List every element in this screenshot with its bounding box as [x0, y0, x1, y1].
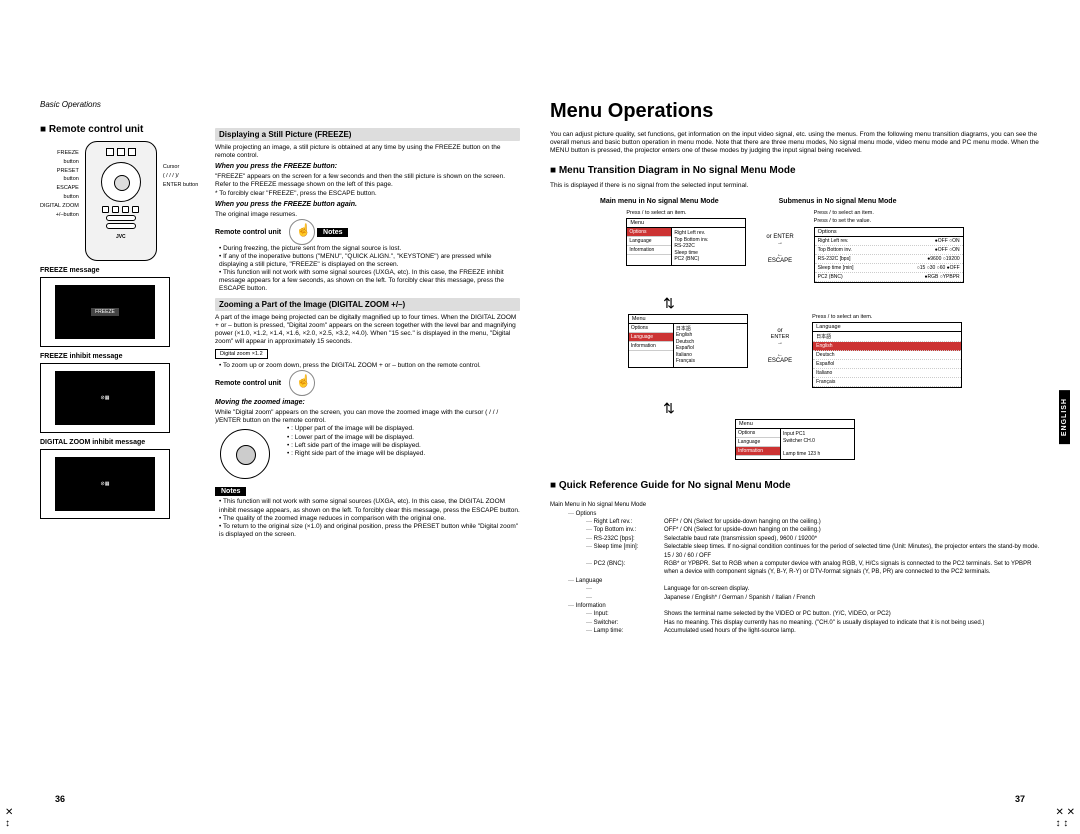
main-menu-language: MenuOptionsLanguageInformation日本語 Englis…: [628, 314, 748, 368]
submenu-options: OptionsRight Left rev.●OFF ○ONTop Bottom…: [814, 227, 964, 283]
ital-move: Moving the zoomed image:: [215, 399, 520, 406]
h2-quickref: Quick Reference Guide for No signal Menu…: [550, 480, 1040, 491]
press-select-1: Press / to select an item.: [626, 210, 686, 217]
rcu-label-2: Remote control unit: [215, 380, 281, 387]
notes-chip-2: Notes: [215, 487, 246, 496]
or-enter-label: or ENTER: [766, 234, 793, 240]
crop-mark-bl: ✕↕: [5, 807, 13, 829]
h1-menu-ops: Menu Operations: [550, 100, 1040, 123]
submenu-language: Language日本語EnglishDeutschEspañolItaliano…: [812, 322, 962, 388]
freeze-inhibit-label: FREEZE inhibit message: [40, 353, 200, 360]
remote-labels-right: Cursor ( / / / )/ ENTER button: [163, 141, 198, 261]
english-tab: ENGLISH: [1059, 390, 1070, 444]
submenu-title: Submenus in No signal Menu Mode: [779, 198, 897, 205]
enter-label: ENTER: [771, 334, 790, 340]
page-number-37: 37: [1015, 794, 1025, 804]
dz-inhibit-label: DIGITAL ZOOM inhibit message: [40, 439, 200, 446]
header-basic-ops: Basic Operations: [40, 100, 520, 109]
freeze-press-icon: [289, 219, 315, 245]
crop-mark-br: ✕ ✕↕ ↕: [1055, 807, 1075, 829]
zoom-press-icon: [289, 370, 315, 396]
mainmenu-title: Main menu in No signal Menu Mode: [600, 198, 719, 205]
freeze-inhibit-box: ⊘▦: [40, 363, 170, 433]
page-left: Basic Operations Remote control unit FRE…: [40, 100, 520, 804]
p-sub: This is displayed if there is no signal …: [550, 182, 1040, 190]
p-move-desc: While "Digital zoom" appears on the scre…: [215, 409, 520, 425]
p-zoom-desc: A part of the image being projected can …: [215, 314, 520, 347]
remote-control-unit: JVC: [85, 141, 157, 261]
h3-freeze: Displaying a Still Picture (FREEZE): [215, 128, 520, 141]
p-freeze-intro: While projecting an image, a still pictu…: [215, 144, 520, 160]
quickref-tree: Main Menu in No signal Menu Mode Options…: [550, 501, 1040, 635]
notes-list-1: During freezing, the picture sent from t…: [215, 245, 520, 294]
ital-press-again: When you press the FREEZE button again.: [215, 201, 520, 208]
p-freeze-behavior: "FREEZE" appears on the screen for a few…: [215, 173, 520, 197]
escape-label-2: ESCAPE: [768, 358, 792, 364]
escape-label-1: ESCAPE: [768, 258, 792, 264]
press-select-2: Press / to select an item.: [814, 210, 874, 217]
rcu-label-1: Remote control unit: [215, 229, 281, 236]
h2-transition: Menu Transition Diagram in No signal Men…: [550, 165, 1040, 176]
ital-press-freeze: When you press the FREEZE button:: [215, 163, 520, 170]
p-zoom-updown: To zoom up or zoom down, press the DIGIT…: [219, 362, 520, 370]
dz-bar: Digital zoom ×1.2: [215, 349, 268, 359]
prohibit-icon: ⊘▦: [101, 395, 110, 401]
page-number-36: 36: [55, 794, 65, 804]
press-select-3: Press / to select an item.: [812, 314, 872, 321]
h3-zoom: Zooming a Part of the Image (DIGITAL ZOO…: [215, 298, 520, 311]
main-menu-options: MenuOptionsLanguageInformationRight Left…: [626, 218, 746, 266]
freeze-message-label: FREEZE message: [40, 267, 200, 274]
remote-diagram: FREEZE button PRESET button ESCAPE butto…: [40, 141, 200, 261]
main-menu-information: MenuOptionsLanguageInformationInput PC1 …: [735, 419, 855, 460]
qr-root: Main Menu in No signal Menu Mode: [550, 501, 1040, 509]
p-resume: The original image resumes.: [215, 211, 520, 219]
freeze-chip: FREEZE: [91, 308, 119, 316]
h2-remote: Remote control unit: [40, 124, 200, 135]
p-intro: You can adjust picture quality, set func…: [550, 131, 1040, 155]
prohibit-icon-2: ⊘▦: [101, 481, 110, 487]
notes-list-2: This function will not work with some si…: [215, 498, 520, 539]
remote-labels-left: FREEZE button PRESET button ESCAPE butto…: [40, 141, 79, 261]
press-set: Press / to set the value.: [814, 218, 871, 225]
move-list: : Upper part of the image will be displa…: [283, 425, 520, 483]
page-right: Menu Operations You can adjust picture q…: [550, 100, 1040, 804]
notes-chip-1: Notes: [317, 228, 348, 237]
brand-label: JVC: [90, 234, 152, 240]
dz-inhibit-box: ⊘▦: [40, 449, 170, 519]
cursor-pad-diagram: [220, 429, 270, 479]
freeze-message-box: FREEZE: [40, 277, 170, 347]
